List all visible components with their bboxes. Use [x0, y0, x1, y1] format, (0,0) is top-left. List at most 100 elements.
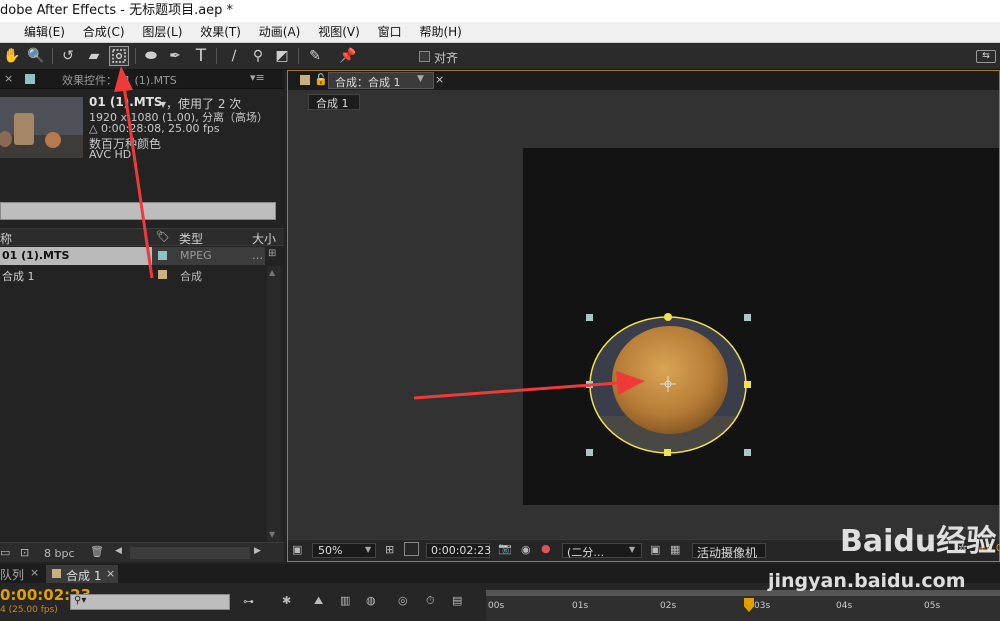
flowchart-icon[interactable]: ⊞ [268, 248, 276, 259]
row-type: 合成 [180, 270, 202, 283]
new-comp-icon[interactable]: ⊡ [20, 546, 29, 559]
hide-shy-layers-icon[interactable]: ⛰ [314, 594, 323, 608]
project-search-input[interactable] [0, 202, 276, 220]
zoom-dropdown[interactable]: 50% ▼ [312, 543, 376, 558]
close-icon[interactable]: × [30, 566, 39, 579]
row-type: MPEG [180, 249, 212, 262]
project-scrollbar[interactable]: ▲ ▼ [267, 266, 281, 542]
brush-tool-icon[interactable]: ∕ [224, 46, 244, 66]
ruler-tick-label: 01s [572, 601, 589, 611]
ruler-tick-label: 05s [924, 601, 941, 611]
column-size[interactable]: 大小 [252, 230, 276, 247]
fast-preview-icon[interactable]: ✲ [958, 542, 967, 555]
render-queue-tab[interactable]: 队列 [0, 566, 24, 583]
menu-edit[interactable]: 编辑(E) [24, 22, 65, 43]
always-preview-icon[interactable]: ▣ [292, 543, 302, 556]
menu-animation[interactable]: 动画(A) [259, 22, 301, 43]
chevron-down-icon: ▼ [629, 545, 636, 554]
brainstorm-icon[interactable]: ◎ [398, 594, 408, 607]
close-tab-icon[interactable]: × [435, 73, 444, 86]
project-panel: × 效果控件：01 (1).MTS ▾≡ 01 (1).MTS ▾，使用了 2 … [0, 70, 284, 562]
ellipse-tool-icon[interactable]: ⬬ [141, 46, 161, 66]
label-color-swatch [158, 270, 167, 279]
current-time-field[interactable]: 0:00:02:23 [426, 543, 491, 558]
graph-editor-icon[interactable]: ▤ [452, 594, 462, 607]
motion-blur-icon[interactable]: ◍ [366, 594, 376, 607]
transparency-grid-icon[interactable]: ▦ [670, 543, 680, 556]
snap-checkbox[interactable] [419, 51, 430, 62]
column-name[interactable]: 称 [0, 230, 12, 247]
scroll-right-icon[interactable]: ▶ [254, 546, 261, 556]
pen-tool-icon[interactable]: ✒ [165, 46, 185, 66]
camera-tool-icon[interactable]: ▰ [84, 46, 104, 66]
asset-duration: △ 0:00:28:08, 25.00 fps [89, 122, 220, 135]
panel-menu-icon[interactable]: ▾≡ [250, 71, 265, 84]
column-type[interactable]: 类型 [179, 230, 203, 247]
row-size-ellipsis: … [252, 249, 263, 262]
chevron-down-icon: ▼ [365, 545, 372, 554]
playhead-icon[interactable] [744, 598, 754, 612]
workspace-toggle-icon[interactable]: ⇆ [976, 50, 996, 63]
rotate-tool-icon[interactable]: ↺ [58, 46, 78, 66]
time-ruler[interactable]: 00s 01s 02s 03s 04s 05s [486, 590, 1000, 621]
region-of-interest-icon[interactable]: ▣ [650, 543, 660, 556]
camera-dropdown[interactable]: 活动摄像机 [692, 543, 766, 560]
snapshot-icon[interactable]: 📷 [498, 542, 512, 555]
pan-behind-tool-icon[interactable] [109, 46, 129, 66]
clone-stamp-tool-icon[interactable]: ⚲ [248, 46, 268, 66]
comp-tab[interactable]: 合成：合成 1 ▼ [328, 72, 434, 89]
ruler-tick-label: 02s [660, 601, 677, 611]
project-row[interactable]: 合成 1 合成 [0, 266, 265, 284]
mask-visibility-icon[interactable] [404, 542, 419, 556]
comp-breadcrumb[interactable]: 合成 1 [308, 94, 360, 110]
project-column-header: 称 🏷 类型 大小 [0, 228, 284, 246]
zoom-tool-icon[interactable]: 🔍 [26, 46, 46, 66]
eraser-tool-icon[interactable]: ◩ [272, 46, 292, 66]
scroll-left-icon[interactable]: ◀ [115, 546, 122, 556]
resolution-dropdown[interactable]: (二分… ▼ [562, 543, 642, 559]
snap-label: 对齐 [434, 51, 459, 65]
menu-effect[interactable]: 效果(T) [200, 22, 241, 43]
window-title: dobe After Effects - 无标题项目.aep * [0, 3, 234, 18]
exposure-value[interactable]: +0.0 [978, 543, 1000, 554]
timeline-panel: 队列 × 合成 1 × 0:00:02:23 4 (25.00 fps) ⚲▾ … [0, 564, 1000, 621]
show-snapshot-icon[interactable]: ◉ [521, 543, 531, 556]
puppet-pin-tool-icon[interactable]: 📌 [338, 46, 358, 66]
lock-icon[interactable]: 🔓 [314, 73, 328, 86]
horizontal-scrollbar[interactable] [130, 547, 250, 559]
effects-control-tab[interactable]: 效果控件：01 (1).MTS [62, 72, 177, 88]
work-area-bar[interactable] [486, 590, 1000, 596]
hand-tool-icon[interactable]: ✋ [2, 46, 22, 66]
type-tool-icon[interactable]: T [191, 46, 211, 66]
timeline-search-input[interactable]: ⚲▾ [70, 594, 230, 610]
timeline-comp-tab[interactable]: 合成 1 × [46, 565, 118, 583]
menu-composition[interactable]: 合成(C) [83, 22, 125, 43]
folder-icon[interactable]: ▭ [0, 546, 10, 559]
scroll-up-icon[interactable]: ▲ [269, 268, 275, 277]
label-tag-icon[interactable]: 🏷 [156, 230, 170, 243]
grid-toggle-icon[interactable]: ⊞ [385, 543, 394, 556]
draft-3d-icon[interactable]: ✱ [282, 594, 291, 607]
menu-view[interactable]: 视图(V) [318, 22, 360, 43]
chevron-down-icon[interactable]: ▼ [417, 74, 424, 84]
menu-layer[interactable]: 图层(L) [142, 22, 182, 43]
close-icon[interactable]: × [4, 72, 13, 85]
trash-icon[interactable]: 🗑 [90, 545, 104, 558]
channel-icon[interactable]: ● [541, 542, 551, 555]
menu-help[interactable]: 帮助(H) [419, 22, 461, 43]
mask-layer-overlay[interactable] [523, 148, 999, 505]
comp-mini-flowchart-icon[interactable]: ⊶ [243, 595, 254, 608]
composition-viewer[interactable] [523, 148, 999, 505]
row-name: 合成 1 [2, 270, 35, 283]
scroll-down-icon[interactable]: ▼ [269, 530, 275, 539]
breadcrumb-label: 合成 1 [316, 97, 349, 110]
project-row[interactable]: 01 (1).MTS MPEG … [0, 247, 265, 265]
effects-tab-bar: × 效果控件：01 (1).MTS ▾≡ [0, 70, 284, 89]
frame-blending-icon[interactable]: ▥ [340, 594, 350, 607]
roto-brush-tool-icon[interactable]: ✎ [305, 46, 325, 66]
close-tab-icon[interactable]: × [106, 567, 115, 580]
comp-tab-label: 合成：合成 1 [335, 76, 401, 89]
menu-window[interactable]: 窗口 [378, 22, 402, 43]
auto-keyframe-icon[interactable]: ⏱ [426, 594, 435, 608]
bpc-label[interactable]: 8 bpc [44, 547, 75, 560]
